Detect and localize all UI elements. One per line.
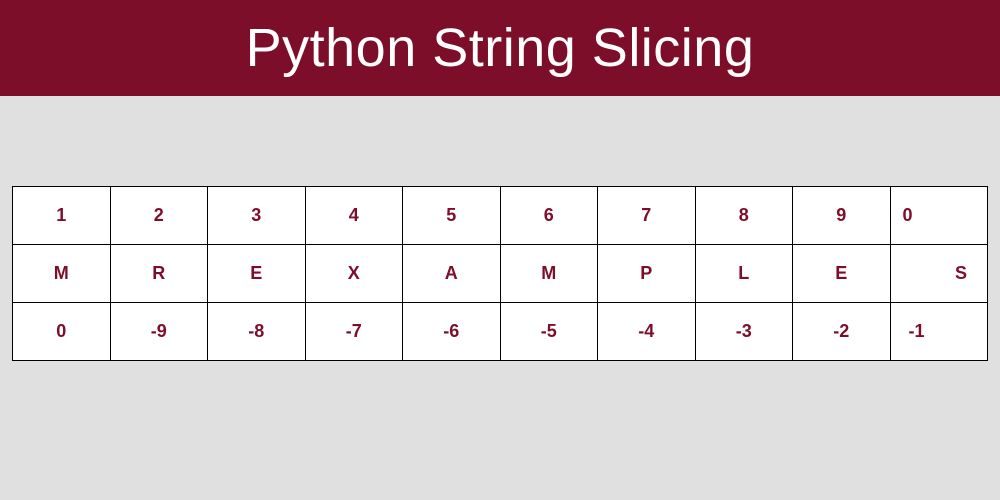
content-area: 1 2 3 4 5 6 7 8 9 0 M R E X A M P L E S … — [0, 96, 1000, 361]
negative-index-cell: -6 — [403, 303, 501, 361]
character-row: M R E X A M P L E S — [13, 245, 988, 303]
character-cell: M — [13, 245, 111, 303]
header-banner: Python String Slicing — [0, 0, 1000, 96]
negative-index-cell: -8 — [208, 303, 306, 361]
positive-index-cell: 7 — [598, 187, 696, 245]
page-title: Python String Slicing — [246, 17, 755, 79]
character-cell: A — [403, 245, 501, 303]
character-cell: L — [695, 245, 793, 303]
character-cell: P — [598, 245, 696, 303]
positive-index-cell: 1 — [13, 187, 111, 245]
positive-index-row: 1 2 3 4 5 6 7 8 9 0 — [13, 187, 988, 245]
negative-index-cell: -7 — [305, 303, 403, 361]
negative-index-cell: -5 — [500, 303, 598, 361]
negative-index-cell: -4 — [598, 303, 696, 361]
character-cell: S — [890, 245, 988, 303]
character-cell: M — [500, 245, 598, 303]
character-cell: E — [793, 245, 891, 303]
slicing-table: 1 2 3 4 5 6 7 8 9 0 M R E X A M P L E S … — [12, 186, 988, 361]
negative-index-cell: -3 — [695, 303, 793, 361]
character-cell: R — [110, 245, 208, 303]
negative-index-cell: 0 — [13, 303, 111, 361]
negative-index-row: 0 -9 -8 -7 -6 -5 -4 -3 -2 -1 — [13, 303, 988, 361]
negative-index-cell: -1 — [890, 303, 988, 361]
positive-index-cell: 3 — [208, 187, 306, 245]
positive-index-cell: 6 — [500, 187, 598, 245]
negative-index-cell: -9 — [110, 303, 208, 361]
positive-index-cell: 9 — [793, 187, 891, 245]
positive-index-cell: 0 — [890, 187, 988, 245]
negative-index-cell: -2 — [793, 303, 891, 361]
character-cell: X — [305, 245, 403, 303]
positive-index-cell: 4 — [305, 187, 403, 245]
positive-index-cell: 2 — [110, 187, 208, 245]
character-cell: E — [208, 245, 306, 303]
positive-index-cell: 8 — [695, 187, 793, 245]
positive-index-cell: 5 — [403, 187, 501, 245]
